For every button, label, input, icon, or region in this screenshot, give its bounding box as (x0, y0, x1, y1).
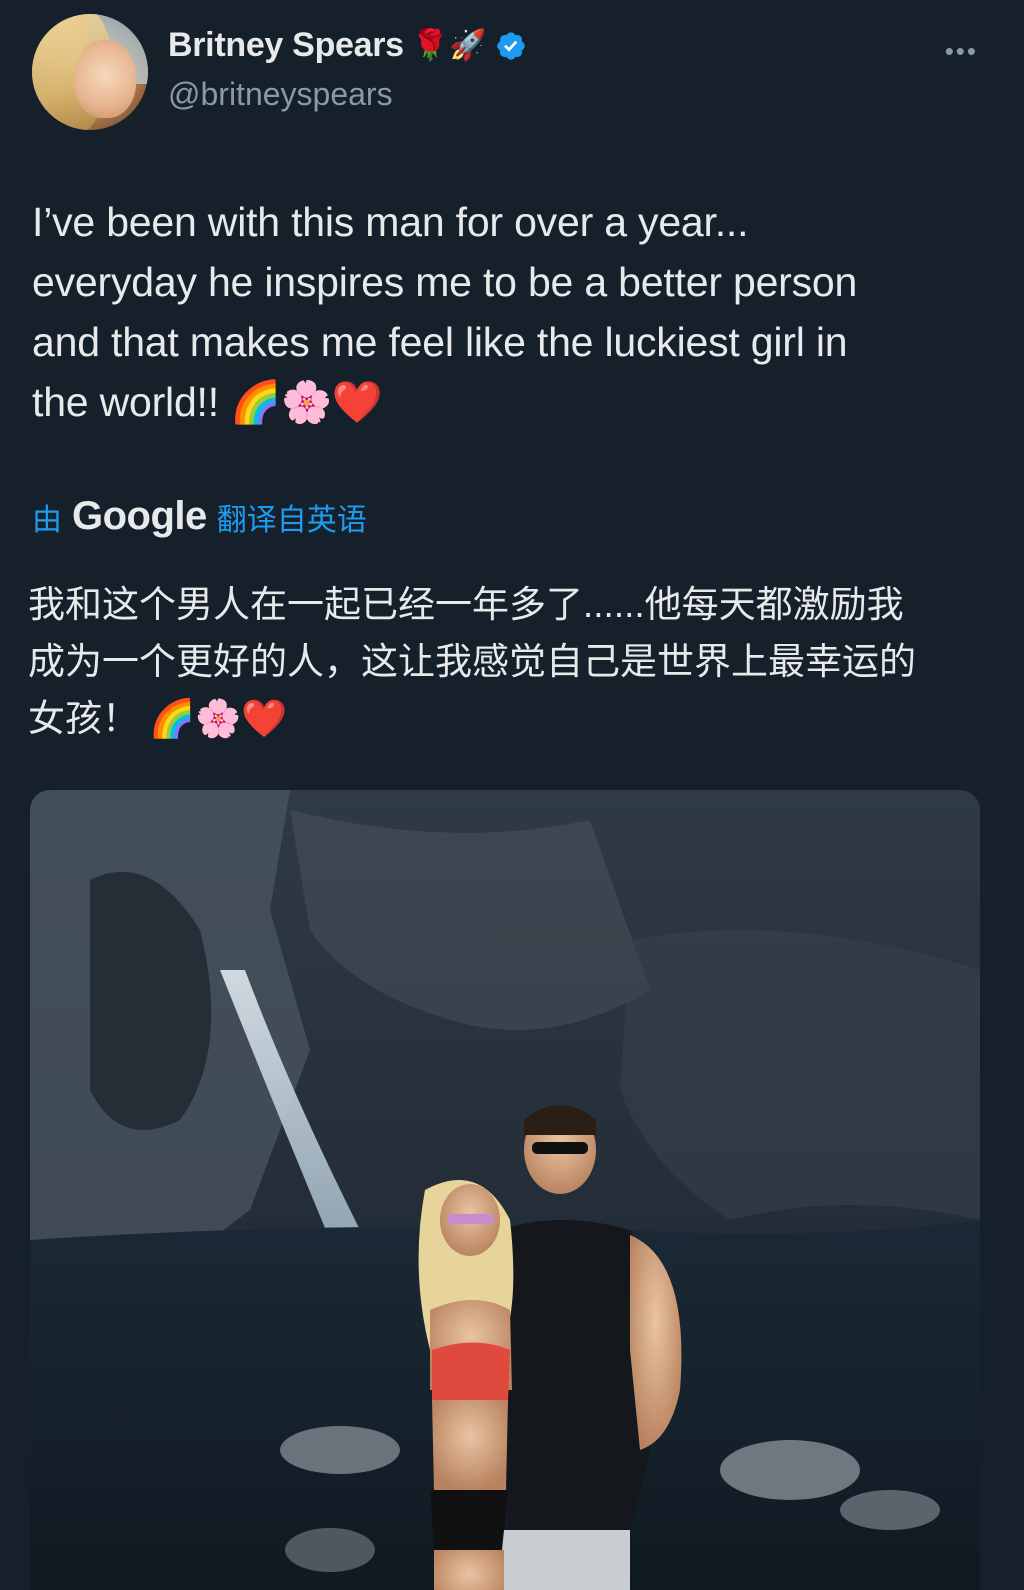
name-emojis: 🌹🚀 (411, 28, 487, 62)
tweet-text-line: and that makes me feel like the luckiest… (32, 319, 848, 365)
translated-text: 我和这个男人在一起已经一年多了......他每天都激励我 成为一个更好的人，这让… (28, 576, 988, 747)
author-name-row[interactable]: Britney Spears 🌹🚀 (168, 26, 527, 65)
handle[interactable]: @britneyspears (168, 76, 393, 113)
tweet-text-line: everyday he inspires me to be a better p… (32, 259, 858, 305)
translated-text-line: 我和这个男人在一起已经一年多了......他每天都激励我 (28, 584, 904, 625)
tweet-text-line: I’ve been with this man for over a year.… (32, 199, 749, 245)
google-logo[interactable]: Google (72, 494, 207, 539)
tweet-text-line: the world!! 🌈🌸❤️ (32, 379, 383, 425)
tweet: Britney Spears 🌹🚀 @britneyspears ••• I’v… (0, 0, 1024, 1590)
translated-text-line: 成为一个更好的人，这让我感觉自己是世界上最幸运的 (28, 641, 916, 682)
avatar[interactable] (32, 14, 148, 130)
display-name[interactable]: Britney Spears (168, 26, 404, 65)
tweet-photo[interactable] (30, 790, 980, 1590)
verified-badge-icon (495, 30, 527, 62)
translated-from-label[interactable]: 翻译自英语 (217, 495, 367, 539)
translation-attribution[interactable]: 由 Google 翻译自英语 (32, 494, 367, 539)
tweet-text: I’ve been with this man for over a year.… (32, 192, 992, 432)
more-horizontal-icon[interactable]: ••• (945, 38, 978, 64)
translated-text-line: 女孩！ 🌈🌸❤️ (28, 698, 288, 739)
woman-figure (418, 1180, 514, 1590)
translated-by-label: 由 (32, 503, 62, 537)
photo-illustration (30, 790, 980, 1590)
